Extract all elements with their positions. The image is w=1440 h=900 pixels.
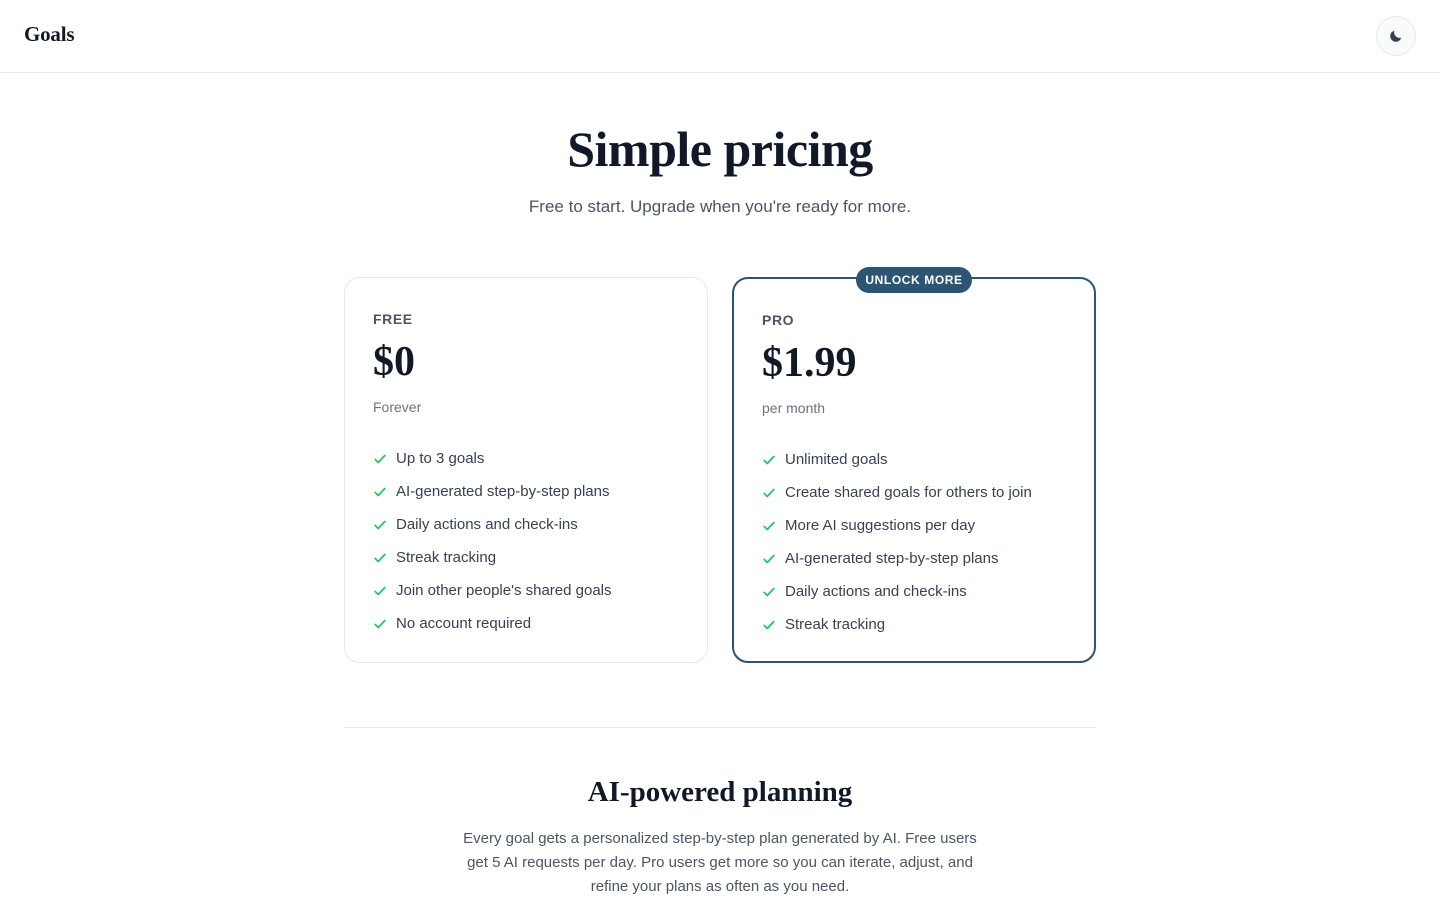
- check-icon: [763, 587, 775, 596]
- feature-label: Create shared goals for others to join: [785, 484, 1032, 501]
- feature-item: Daily actions and check-ins: [373, 508, 612, 541]
- brand-logo[interactable]: Goals: [24, 22, 75, 47]
- free-plan-card: FREE $0 Forever Up to 3 goals AI-generat…: [344, 277, 708, 663]
- feature-label: Streak tracking: [785, 616, 886, 633]
- feature-label: Up to 3 goals: [396, 450, 485, 467]
- feature-item: AI-generated step-by-step plans: [373, 475, 612, 508]
- feature-item: Join other people's shared goals: [373, 574, 612, 607]
- feature-item: Unlimited goals: [762, 443, 1032, 476]
- ai-section-body: Every goal gets a personalized step-by-s…: [463, 830, 977, 895]
- check-icon: [374, 454, 386, 463]
- page-title: Simple pricing: [567, 121, 873, 177]
- unlock-more-badge: UNLOCK MORE: [856, 267, 972, 293]
- feature-label: Join other people's shared goals: [396, 582, 612, 599]
- plan-price: $1.99: [762, 340, 857, 386]
- theme-toggle-button[interactable]: [1376, 16, 1416, 56]
- check-icon: [763, 620, 775, 629]
- check-icon: [763, 488, 775, 497]
- page-subtitle: Free to start. Upgrade when you're ready…: [528, 197, 912, 216]
- check-icon: [374, 553, 386, 562]
- feature-item: Daily actions and check-ins: [762, 575, 1032, 608]
- check-icon: [763, 455, 775, 464]
- check-icon: [374, 520, 386, 529]
- feature-label: No account required: [396, 615, 532, 632]
- feature-label: Streak tracking: [396, 549, 497, 566]
- plan-name: FREE: [373, 311, 413, 327]
- feature-label: AI-generated step-by-step plans: [396, 483, 610, 500]
- plan-period: Forever: [373, 399, 422, 415]
- check-icon: [374, 619, 386, 628]
- pro-plan-card: PRO $1.99 per month Unlimited goals Crea…: [732, 277, 1096, 663]
- feature-item: Up to 3 goals: [373, 442, 612, 475]
- feature-item: Create shared goals for others to join: [762, 476, 1032, 509]
- feature-list: Unlimited goals Create shared goals for …: [762, 443, 1032, 641]
- feature-item: No account required: [373, 607, 612, 640]
- feature-item: AI-generated step-by-step plans: [762, 542, 1032, 575]
- plan-price: $0: [373, 339, 415, 385]
- plan-name: PRO: [762, 312, 795, 328]
- check-icon: [374, 487, 386, 496]
- moon-icon: [1390, 30, 1402, 42]
- feature-label: Unlimited goals: [785, 451, 888, 468]
- top-bar: Goals: [0, 0, 1440, 73]
- feature-item: Streak tracking: [373, 541, 612, 574]
- feature-item: Streak tracking: [762, 608, 1032, 641]
- check-icon: [763, 554, 775, 563]
- feature-list: Up to 3 goals AI-generated step-by-step …: [373, 442, 612, 640]
- check-icon: [763, 521, 775, 530]
- plan-period: per month: [762, 400, 826, 416]
- feature-item: More AI suggestions per day: [762, 509, 1032, 542]
- feature-label: AI-generated step-by-step plans: [785, 550, 999, 567]
- feature-label: Daily actions and check-ins: [396, 516, 578, 533]
- ai-section-title: AI-powered planning: [587, 776, 853, 808]
- section-divider: [344, 727, 1096, 728]
- check-icon: [374, 586, 386, 595]
- feature-label: Daily actions and check-ins: [785, 583, 967, 600]
- feature-label: More AI suggestions per day: [785, 517, 976, 534]
